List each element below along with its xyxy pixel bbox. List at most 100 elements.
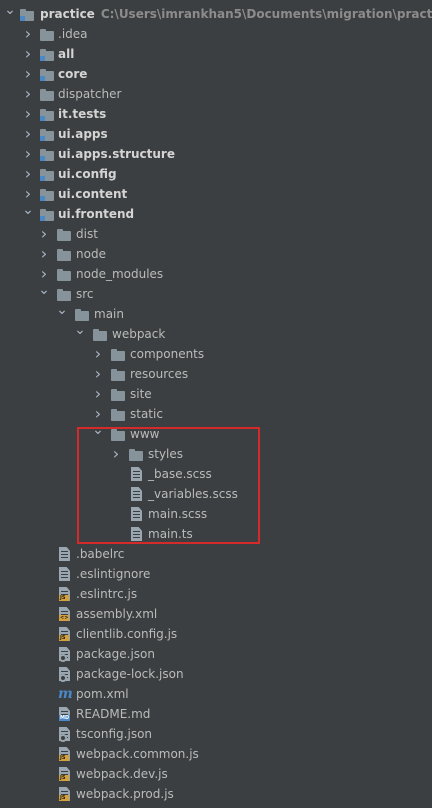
chevron-down-icon[interactable] [4, 4, 16, 24]
tree-label: webpack.prod.js [76, 787, 174, 801]
chevron-right-icon[interactable] [92, 384, 104, 404]
module-folder-icon [20, 9, 34, 21]
chevron-right-icon[interactable] [22, 104, 34, 124]
tree-row-assembly-xml[interactable]: <> assembly.xml [0, 604, 432, 624]
json-file-icon [59, 727, 70, 742]
tree-row-base-scss[interactable]: _base.scss [0, 464, 432, 484]
chevron-right-icon[interactable] [22, 124, 34, 144]
tree-label: ui.apps.structure [58, 147, 175, 161]
tree-row-webpack-common-js[interactable]: JS webpack.common.js [0, 744, 432, 764]
chevron-right-icon[interactable] [38, 244, 50, 264]
tree-row-eslintrc-js[interactable]: JS .eslintrc.js [0, 584, 432, 604]
tree-label: dispatcher [58, 87, 122, 101]
tree-label: clientlib.config.js [76, 627, 178, 641]
tree-row-styles[interactable]: styles [0, 444, 432, 464]
tree-row-ui-config[interactable]: ui.config [0, 164, 432, 184]
chevron-down-icon[interactable] [74, 324, 86, 344]
tree-row-main[interactable]: main [0, 304, 432, 324]
tree-row-all[interactable]: all [0, 44, 432, 64]
tree-row-resources[interactable]: resources [0, 364, 432, 384]
tree-label: components [130, 347, 205, 361]
tree-label: resources [130, 367, 189, 381]
module-folder-icon [40, 149, 54, 161]
tree-label: .eslintignore [76, 567, 151, 581]
js-file-icon: JS [59, 787, 70, 801]
tree-row-src[interactable]: src [0, 284, 432, 304]
folder-icon [111, 389, 125, 401]
tree-label: core [58, 67, 88, 81]
tree-row-www[interactable]: www [0, 424, 432, 444]
tree-row-package-json[interactable]: package.json [0, 644, 432, 664]
tree-row-node[interactable]: node [0, 244, 432, 264]
tree-row-components[interactable]: components [0, 344, 432, 364]
tree-row-ui-apps[interactable]: ui.apps [0, 124, 432, 144]
folder-icon [93, 329, 107, 341]
project-tree: practice C:\Users\imrankhan5\Documents\mi… [0, 4, 432, 804]
chevron-right-icon[interactable] [22, 184, 34, 204]
tree-row-dispatcher[interactable]: dispatcher [0, 84, 432, 104]
tree-row-ui-apps-structure[interactable]: ui.apps.structure [0, 144, 432, 164]
chevron-right-icon[interactable] [38, 224, 50, 244]
tree-row-dist[interactable]: dist [0, 224, 432, 244]
tree-row-it-tests[interactable]: it.tests [0, 104, 432, 124]
chevron-down-icon[interactable] [56, 304, 68, 324]
chevron-down-icon[interactable] [92, 424, 104, 444]
js-file-icon: JS [59, 767, 70, 781]
tree-label: all [58, 47, 75, 61]
tree-row-webpack[interactable]: webpack [0, 324, 432, 344]
tree-row-pom-xml[interactable]: m pom.xml [0, 684, 432, 704]
tree-label: it.tests [58, 107, 107, 121]
tree-row-clientlib-config-js[interactable]: JS clientlib.config.js [0, 624, 432, 644]
tree-label: .babelrc [76, 547, 125, 561]
maven-icon: m [58, 686, 73, 702]
chevron-right-icon[interactable] [22, 64, 34, 84]
tree-row-package-lock-json[interactable]: package-lock.json [0, 664, 432, 684]
tree-row-core[interactable]: core [0, 64, 432, 84]
file-icon [131, 487, 142, 501]
tree-label: main.ts [148, 527, 193, 541]
tree-row-eslintignore[interactable]: .eslintignore [0, 564, 432, 584]
tree-label: _base.scss [148, 467, 212, 481]
chevron-right-icon[interactable] [22, 84, 34, 104]
tree-row-ui-frontend[interactable]: ui.frontend [0, 204, 432, 224]
chevron-down-icon[interactable] [38, 284, 50, 304]
tree-label: package.json [76, 647, 156, 661]
chevron-right-icon[interactable] [92, 344, 104, 364]
tree-row-readme-md[interactable]: MD README.md [0, 704, 432, 724]
tree-row-node-modules[interactable]: node_modules [0, 264, 432, 284]
chevron-right-icon[interactable] [92, 404, 104, 424]
chevron-right-icon[interactable] [38, 264, 50, 284]
module-folder-icon [40, 109, 54, 121]
chevron-right-icon[interactable] [22, 44, 34, 64]
md-file-icon: MD [59, 707, 71, 721]
chevron-right-icon[interactable] [22, 24, 34, 44]
module-folder-icon [40, 49, 54, 61]
tree-row-webpack-dev-js[interactable]: JS webpack.dev.js [0, 764, 432, 784]
tree-row-idea[interactable]: .idea [0, 24, 432, 44]
tree-row-static[interactable]: static [0, 404, 432, 424]
chevron-right-icon[interactable] [22, 144, 34, 164]
tree-row-main-ts[interactable]: main.ts [0, 524, 432, 544]
tree-label: dist [76, 227, 98, 241]
tree-row-root[interactable]: practice C:\Users\imrankhan5\Documents\mi… [0, 4, 432, 24]
tree-row-ui-content[interactable]: ui.content [0, 184, 432, 204]
tree-label: ui.config [58, 167, 117, 181]
chevron-right-icon[interactable] [92, 364, 104, 384]
tree-row-site[interactable]: site [0, 384, 432, 404]
tree-label: _variables.scss [148, 487, 238, 501]
json-file-icon [59, 647, 70, 662]
tree-row-babelrc[interactable]: .babelrc [0, 544, 432, 564]
tree-row-main-scss[interactable]: main.scss [0, 504, 432, 524]
root-path: C:\Users\imrankhan5\Documents\migration\… [100, 7, 432, 21]
tree-row-variables-scss[interactable]: _variables.scss [0, 484, 432, 504]
tree-label: assembly.xml [76, 607, 158, 621]
chevron-down-icon[interactable] [22, 204, 34, 224]
chevron-right-icon[interactable] [110, 444, 122, 464]
tree-row-tsconfig-json[interactable]: tsconfig.json [0, 724, 432, 744]
tree-label: tsconfig.json [76, 727, 153, 741]
tree-row-webpack-prod-js[interactable]: JS webpack.prod.js [0, 784, 432, 804]
js-file-icon: JS [59, 587, 70, 601]
tree-label: ui.content [58, 187, 128, 201]
chevron-right-icon[interactable] [22, 164, 34, 184]
tree-label: styles [148, 447, 184, 461]
